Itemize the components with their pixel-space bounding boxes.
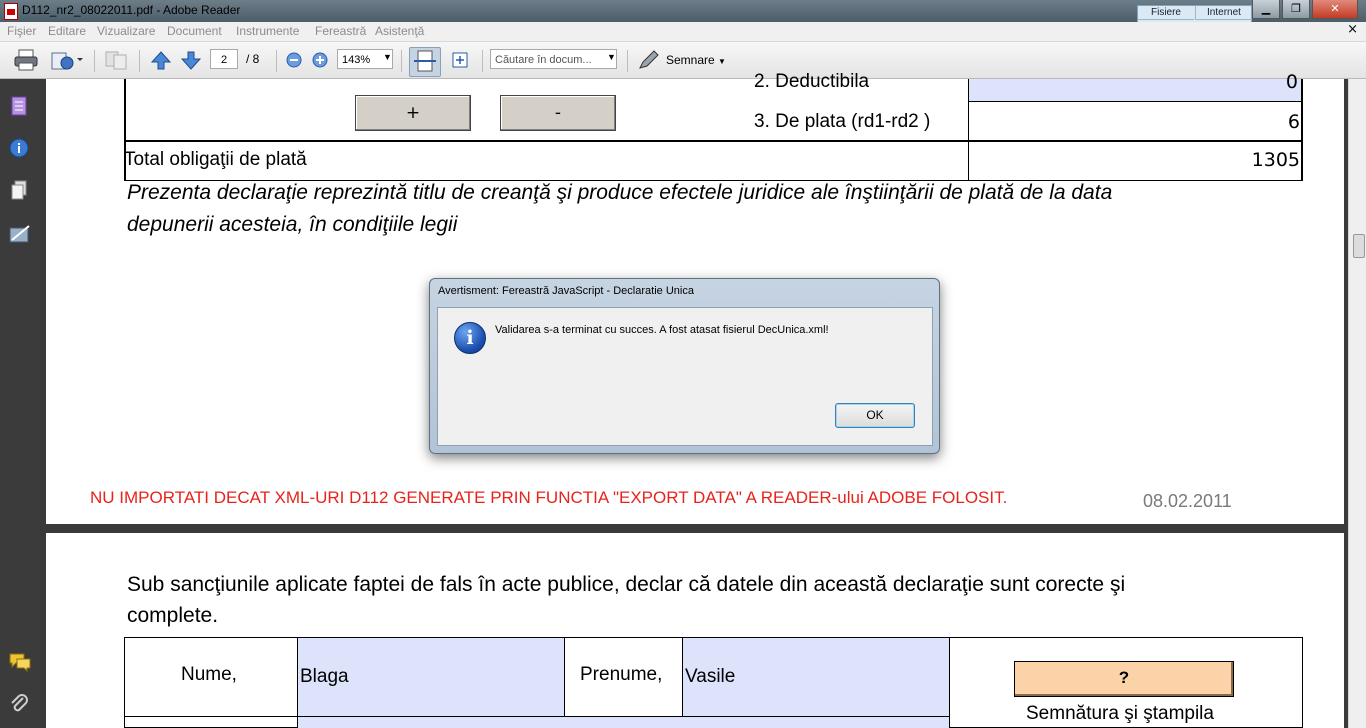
document-date: 08.02.2011 (1143, 491, 1232, 511)
paperclip-icon[interactable] (9, 692, 29, 712)
sign-label: Semnare (666, 53, 715, 67)
nume-value: Blaga (300, 666, 349, 687)
fit-width-button[interactable] (409, 47, 441, 77)
signature-stamp-label: Semnătura şi ştampila (1026, 703, 1214, 724)
netmeter-tab-fisiere: Fisiere (1138, 6, 1194, 20)
print-icon[interactable] (14, 49, 38, 74)
maximize-button[interactable]: ❐ (1282, 0, 1310, 19)
share-icon[interactable] (50, 49, 84, 74)
zoom-dropdown-icon[interactable]: ▼ (383, 52, 392, 62)
nume-label: Nume, (181, 664, 237, 685)
vertical-scrollbar[interactable] (1348, 79, 1366, 728)
sanction-statement-line-1: Sub sancţiunile aplicate faptei de fals … (127, 573, 1126, 596)
sign-menu-button[interactable]: Semnare ▼ (666, 53, 726, 67)
zoom-out-icon[interactable] (286, 52, 302, 71)
dialog-title: Avertisment: Fereastră JavaScript - Decl… (438, 285, 694, 297)
toolbar: 2 / 8 143% ▼ Căutare în docum... ▼ Semna… (0, 42, 1366, 79)
search-dropdown-icon[interactable]: ▼ (607, 52, 616, 62)
prenume-label: Prenume, (580, 664, 663, 685)
previous-page-icon[interactable] (150, 49, 172, 74)
info-icon: i (454, 322, 486, 354)
pdf-file-icon (4, 3, 18, 20)
import-warning-text: NU IMPORTATI DECAT XML-URI D112 GENERATE… (90, 488, 1008, 507)
menu-bar: Fişier Editare Vizualizare Document Inst… (0, 22, 1366, 42)
close-window-button[interactable]: ✕ (1312, 0, 1358, 19)
statement-line-2: depunerii acesteia, în condiţiile legii (127, 213, 458, 236)
page-total-label: / 8 (246, 52, 260, 66)
statement-line-1: Prezenta declaraţie reprezintă titlu de … (127, 181, 1113, 204)
row-label-de-plata: 3. De plata (rd1-rd2 ) (754, 111, 931, 132)
ok-button[interactable]: OK (835, 403, 915, 428)
search-input[interactable]: Căutare în docum... (490, 49, 617, 69)
menu-fisier[interactable]: Fişier (7, 24, 36, 38)
window-title: D112_nr2_08022011.pdf - Adobe Reader (22, 3, 241, 17)
menu-vizualizare[interactable]: Vizualizare (97, 24, 155, 38)
help-button[interactable]: ? (1014, 661, 1234, 697)
sanction-statement-line-2: complete. (127, 604, 219, 627)
fit-page-icon[interactable] (450, 50, 470, 73)
menu-document[interactable]: Document (167, 24, 222, 38)
menu-fereastra[interactable]: Fereastră (315, 24, 366, 38)
dialog-message: Validarea s-a terminat cu succes. A fost… (495, 324, 829, 336)
total-obligatii-label: Total obligaţii de plată (124, 149, 307, 170)
page-number-input[interactable]: 2 (210, 49, 238, 69)
comments-icon[interactable] (9, 652, 31, 673)
netmeter-tab-internet: Internet (1195, 6, 1252, 20)
zoom-in-icon[interactable] (312, 52, 328, 71)
fit-width-icon (414, 50, 436, 72)
sign-dropdown-icon: ▼ (718, 57, 726, 66)
next-page-icon[interactable] (180, 49, 202, 74)
pen-sign-icon[interactable] (637, 50, 659, 73)
attachments-pages-icon[interactable] (9, 180, 29, 200)
page-thumbnails-icon[interactable] (9, 96, 29, 116)
document-info-icon[interactable] (9, 138, 29, 158)
close-document-icon[interactable]: × (1347, 22, 1358, 37)
dialog-body: i Validarea s-a terminat cu succes. A fo… (437, 307, 933, 446)
menu-instrumente[interactable]: Instrumente (236, 24, 299, 38)
javascript-alert-dialog: Avertisment: Fereastră JavaScript - Decl… (429, 278, 940, 454)
remove-row-button[interactable]: - (500, 95, 616, 131)
scrollbar-thumb[interactable] (1353, 234, 1365, 258)
minimize-button[interactable]: ▁ (1252, 0, 1280, 19)
deductibila-value: 0 (1285, 71, 1298, 93)
signatures-icon[interactable] (9, 224, 30, 244)
prenume-value: Vasile (685, 666, 736, 687)
navigation-panel (0, 79, 38, 728)
window-controls: ▁ ❐ ✕ (1252, 0, 1358, 19)
pdf-page-2: Sub sancţiunile aplicate faptei de fals … (46, 533, 1344, 728)
collaborate-icon[interactable] (104, 49, 130, 74)
row-label-deductibila: 2. Deductibila (754, 71, 870, 92)
de-plata-value: 6 (1287, 111, 1300, 133)
total-obligatii-value: 1305 (1251, 149, 1300, 171)
menu-editare[interactable]: Editare (48, 24, 86, 38)
menu-asistenta[interactable]: Asistenţă (375, 24, 424, 38)
deductibila-value-field[interactable] (969, 79, 1301, 102)
add-row-button[interactable]: + (355, 95, 471, 131)
